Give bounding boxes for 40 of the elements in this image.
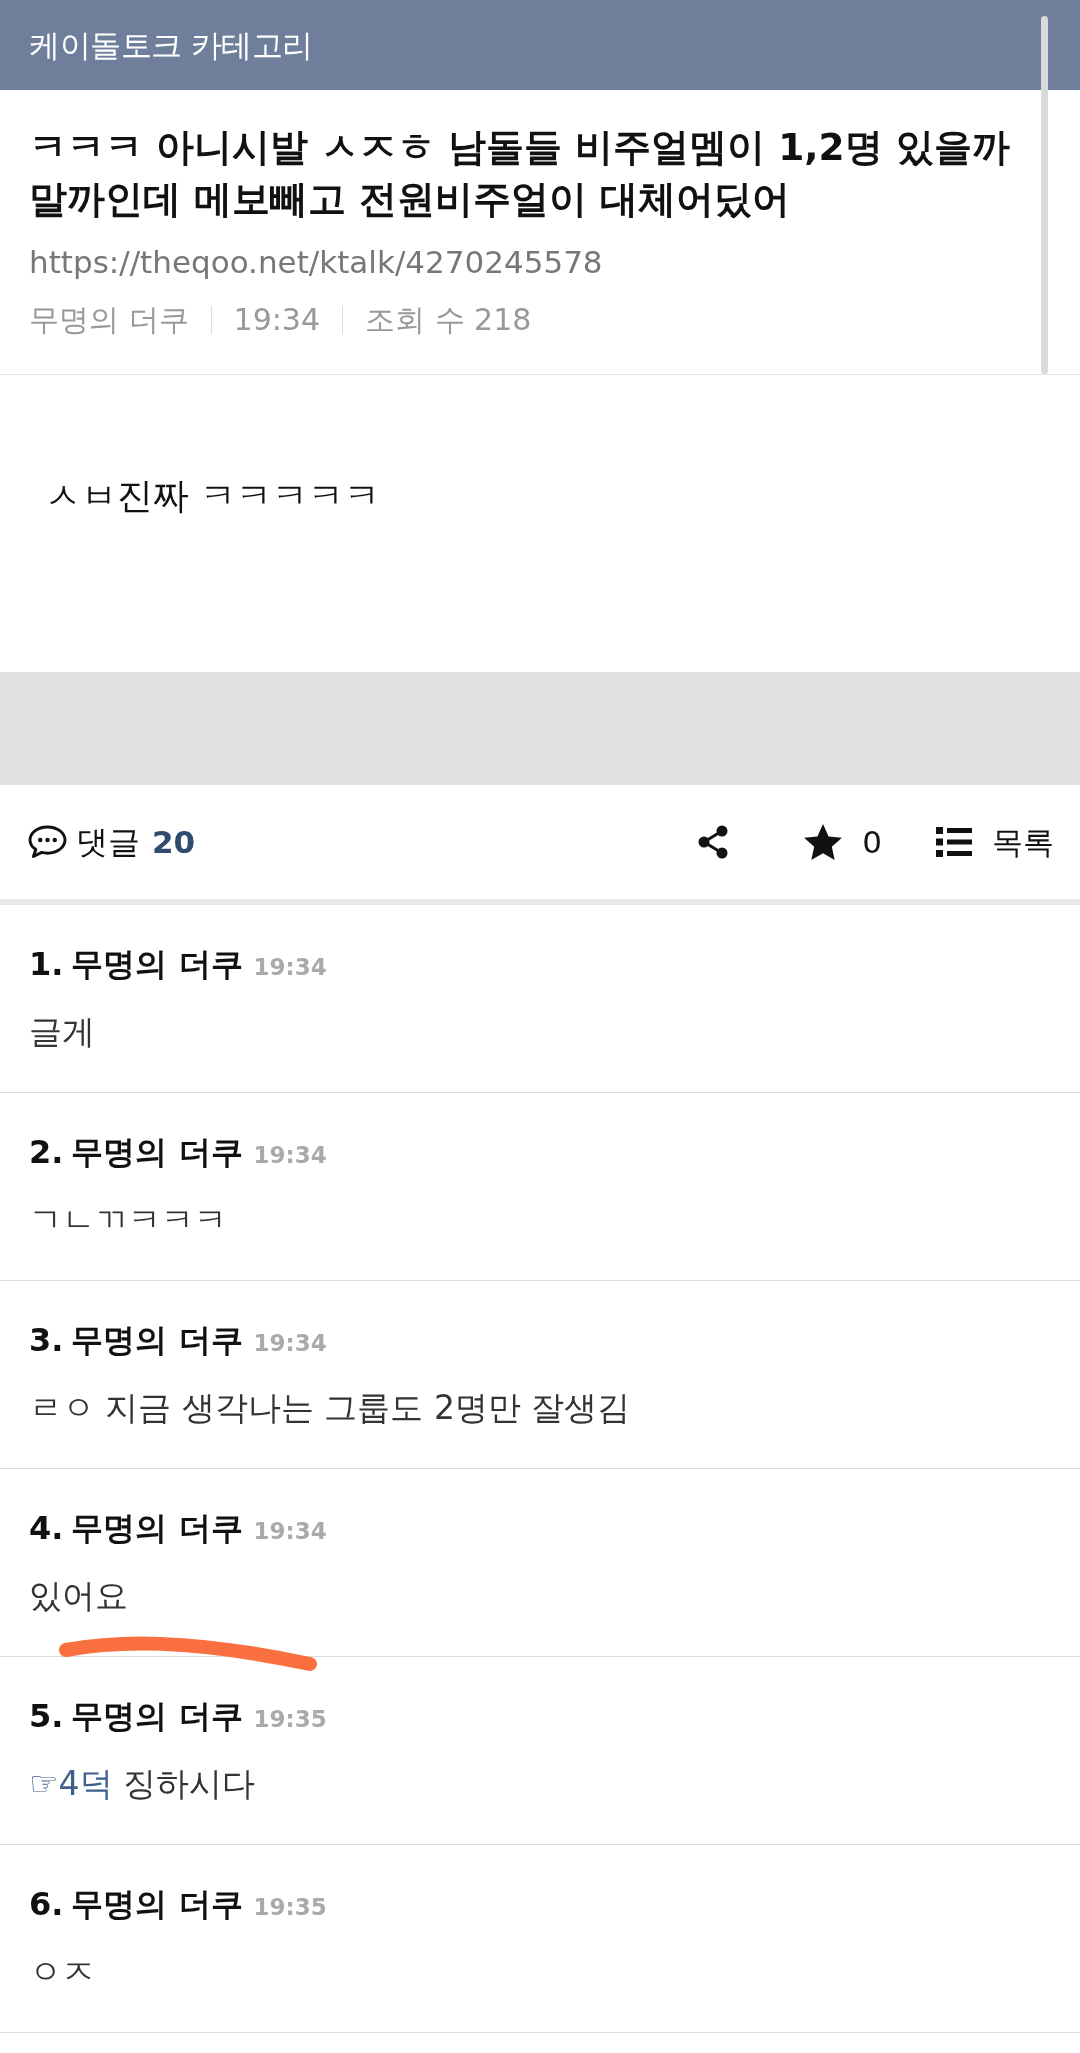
post-time: 19:34 — [233, 301, 320, 339]
list-icon — [936, 827, 972, 857]
comment-author: 무명의 더쿠 — [71, 1508, 243, 1549]
comment-count: 20 — [152, 823, 196, 862]
category-title: 케이돌토크 카테고리 — [29, 26, 313, 65]
comment-number: 1. — [29, 944, 64, 985]
comment-text: ㄱㄴㄲㅋㅋㅋ — [29, 1199, 227, 1241]
post-url[interactable]: https://theqoo.net/ktalk/4270245578 — [29, 242, 603, 282]
comment-number: 5. — [29, 1696, 64, 1737]
comment-time: 19:35 — [253, 1893, 327, 1922]
comment-text: ㅇㅈ — [29, 1951, 95, 1993]
comment-author: 무명의 더쿠 — [71, 1884, 243, 1925]
comment-time: 19:34 — [253, 1329, 327, 1358]
comment-text: ☞4덕 징하시다 — [29, 1763, 256, 1805]
comment-number: 4. — [29, 1508, 64, 1549]
comment-text: 글게 — [29, 1011, 95, 1053]
comment-time: 19:34 — [253, 1517, 327, 1546]
comment-number: 3. — [29, 1320, 64, 1361]
star-button[interactable]: 0 — [804, 822, 882, 862]
comment-time: 19:34 — [253, 953, 327, 982]
comment-text: 있어요 — [29, 1575, 128, 1617]
mention-link[interactable]: ☞4덕 — [29, 1764, 113, 1803]
comment-author: 무명의 더쿠 — [71, 1320, 243, 1361]
comment-author: 무명의 더쿠 — [71, 1132, 243, 1173]
comment-author: 무명의 더쿠 — [71, 944, 243, 985]
list-button[interactable]: 목록 — [936, 822, 1054, 862]
comments-label: 댓글 — [76, 822, 140, 862]
share-icon[interactable] — [697, 825, 730, 859]
post-author: 무명의 더쿠 — [29, 301, 189, 339]
comment-text: ㄹㅇ 지금 생각나는 그룹도 2명만 잘생김 — [29, 1387, 631, 1429]
view-count: 조회 수 218 — [365, 301, 532, 339]
comment-time: 19:35 — [253, 1705, 327, 1734]
comment-time: 19:34 — [253, 1141, 327, 1170]
speech-bubble-icon — [28, 825, 67, 859]
comment-number: 6. — [29, 1884, 64, 1925]
comment-number: 2. — [29, 1132, 64, 1173]
comment-author: 무명의 더쿠 — [71, 1696, 243, 1737]
star-icon — [804, 824, 843, 860]
post-body-text: ㅅㅂ진짜 ㅋㅋㅋㅋㅋ — [45, 475, 381, 516]
post-title: ㅋㅋㅋ 아니시발 ㅅㅈㅎ 남돌들 비주얼멤이 1,2명 있을까말까인데 메보빼고 전원비주얼이 대체어딨어 — [29, 124, 1011, 223]
